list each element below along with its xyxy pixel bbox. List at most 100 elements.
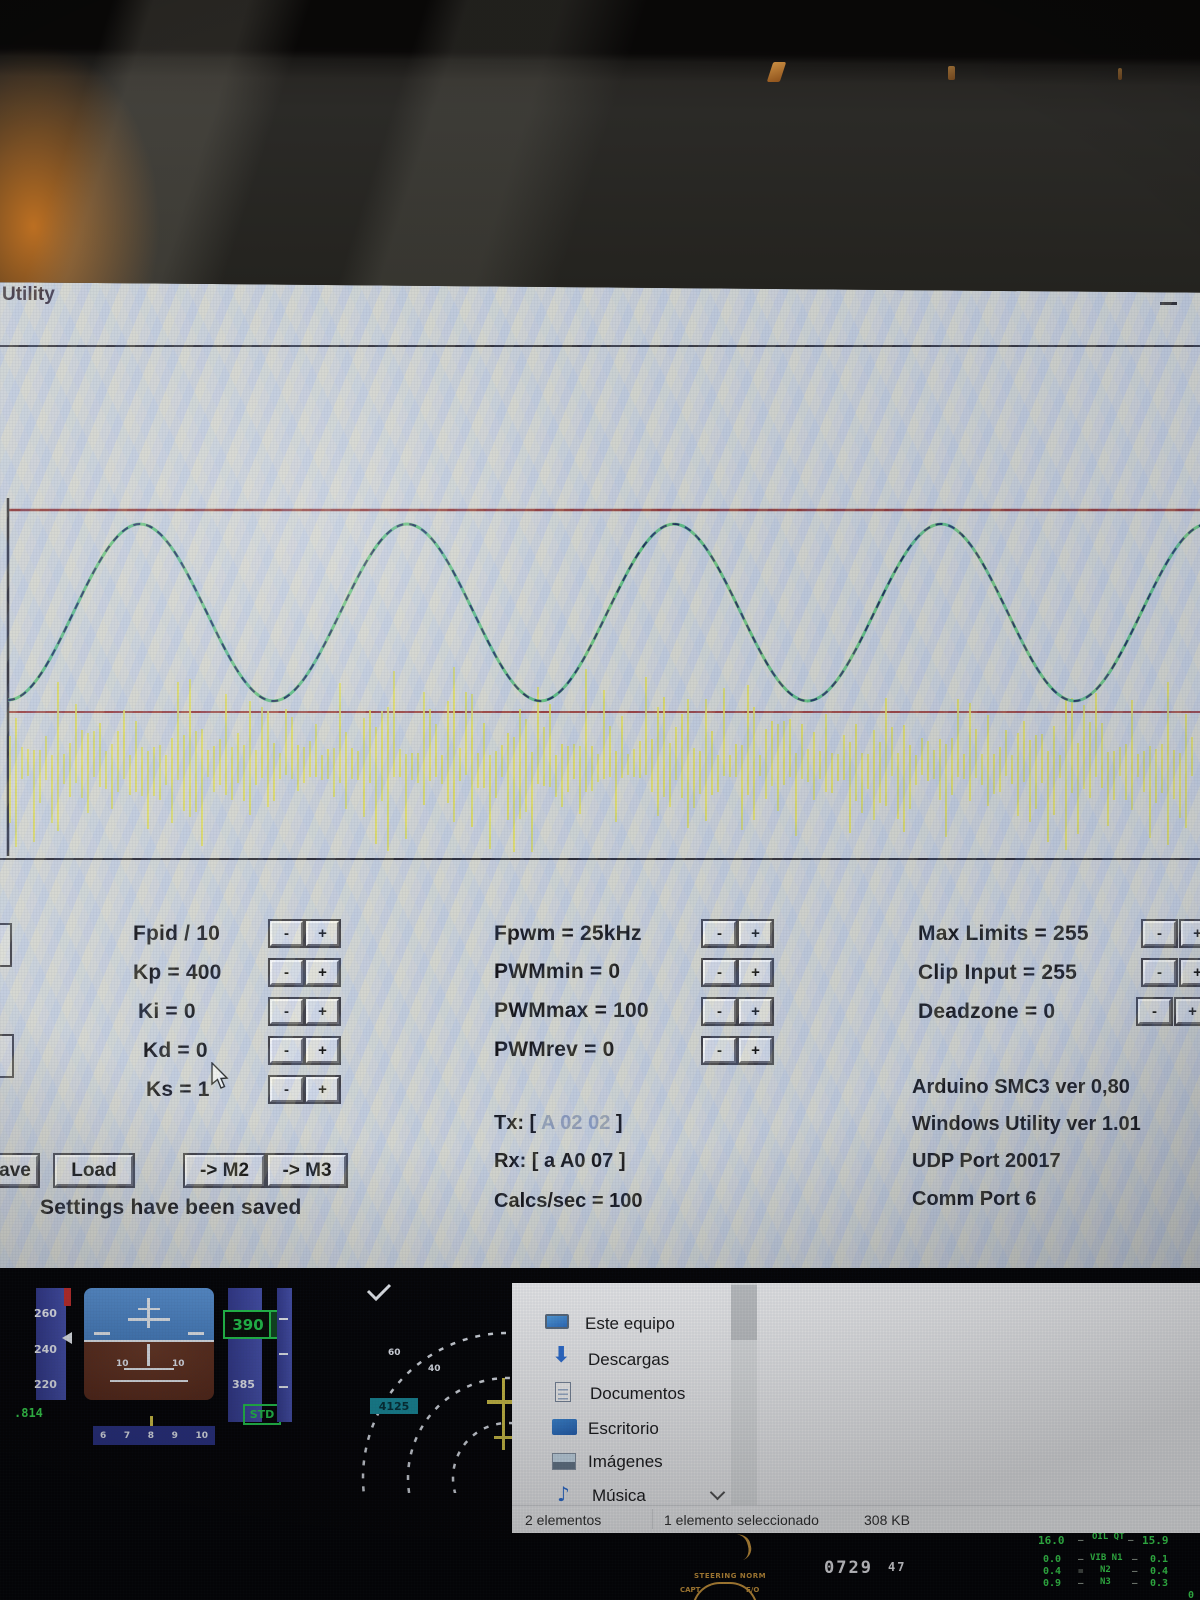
range-label-outer: 60 [388, 1348, 401, 1358]
ki-minus-button[interactable]: - [270, 999, 303, 1024]
nav-scrollbar-track[interactable] [731, 1283, 757, 1505]
clock-seconds: 47 [888, 1560, 907, 1574]
heading-tick: 8 [147, 1430, 154, 1441]
ks-minus-button[interactable]: - [270, 1077, 303, 1102]
fpwm-minus-button[interactable]: - [703, 921, 736, 946]
eicas-dash: – [1078, 1536, 1084, 1546]
eicas-label: OIL QT [1092, 1532, 1125, 1542]
deadzone-label: Deadzone = 0 [918, 1000, 1056, 1023]
vsi-mark [279, 1318, 288, 1320]
heading-tick: 10 [195, 1430, 208, 1441]
pwmmax-minus-button[interactable]: - [703, 999, 736, 1024]
left-edge-partial-box [0, 1034, 14, 1078]
monitor-photo: Utility Fpid / 10 Kp = 400 Ki = 0 Kd = 0… [0, 0, 1200, 1600]
heading-tick: 7 [123, 1430, 131, 1441]
clock-time: 0729 [824, 1558, 873, 1578]
nav-scrollbar-thumb[interactable] [731, 1285, 757, 1340]
glideslope-line [124, 1368, 174, 1370]
ks-plus-button[interactable]: + [306, 1077, 339, 1102]
feedback-wave-trace [7, 522, 1200, 703]
pfd-heading-tape: 6 7 8 9 10 [93, 1426, 215, 1445]
explorer-status-bar: 2 elementos 1 elemento seleccionado 308 … [512, 1505, 1200, 1533]
file-explorer-window: Este equipo ⬇ Descargas Documentos Escri… [512, 1283, 1200, 1533]
sidebar-item-imagenes[interactable]: Imágenes [588, 1452, 663, 1472]
eicas-value: 0.0 [1043, 1554, 1062, 1565]
target-wave-trace [7, 522, 1200, 703]
left-edge-partial-box [0, 923, 12, 967]
chevron-down-icon[interactable] [709, 1484, 726, 1501]
save-button[interactable]: ave [0, 1155, 38, 1186]
sidebar-item-descargas[interactable]: Descargas [588, 1350, 669, 1370]
status-selection: 1 elemento seleccionado [664, 1512, 819, 1528]
fd-vertical [147, 1298, 150, 1328]
pwm-noise-trace [9, 667, 1193, 852]
mach-readout: .814 [14, 1406, 43, 1420]
fpid-minus-button[interactable]: - [270, 921, 303, 946]
clipinput-label: Clip Input = 255 [918, 961, 1077, 984]
udp-port: UDP Port 20017 [912, 1150, 1061, 1172]
minimize-icon[interactable] [1160, 302, 1177, 305]
kd-plus-button[interactable]: + [306, 1038, 339, 1063]
pwmmin-plus-button[interactable]: + [739, 960, 772, 985]
maxlimits-minus-button[interactable]: - [1143, 921, 1176, 946]
ks-label: Ks = 1 [146, 1078, 210, 1101]
fpwm-plus-button[interactable]: + [739, 921, 772, 946]
ki-plus-button[interactable]: + [306, 999, 339, 1024]
status-size: 308 KB [864, 1512, 910, 1528]
kd-minus-button[interactable]: - [270, 1038, 303, 1063]
fpid-plus-button[interactable]: + [306, 921, 339, 946]
sidebar-item-este-equipo[interactable]: Este equipo [585, 1314, 675, 1334]
desktop-icon [552, 1419, 577, 1435]
roll-bracket-right [188, 1332, 204, 1335]
smc3-utility-window: Utility Fpid / 10 Kp = 400 Ki = 0 Kd = 0… [0, 272, 1200, 1268]
reflection-glint [1118, 68, 1122, 80]
sidebar-item-musica[interactable]: Música [592, 1486, 646, 1506]
pwmrev-minus-button[interactable]: - [703, 1038, 736, 1063]
steering-fo-label: F/O [746, 1586, 760, 1594]
maxlimits-plus-button[interactable]: + [1181, 921, 1200, 946]
baro-mode-box: STD [243, 1404, 281, 1425]
pwmmax-label: PWMmax = 100 [494, 999, 649, 1022]
clipinput-plus-button[interactable]: + [1181, 960, 1200, 985]
eicas-label: N2 [1100, 1565, 1111, 1575]
sidebar-item-escritorio[interactable]: Escritorio [588, 1419, 659, 1439]
eicas-value: 15.9 [1142, 1534, 1169, 1547]
eicas-dash: – [1078, 1579, 1084, 1589]
deadzone-minus-button[interactable]: - [1138, 999, 1171, 1024]
room-reflection-area [0, 0, 1200, 293]
waveform-plot [6, 498, 1200, 856]
kp-plus-button[interactable]: + [306, 960, 339, 985]
eicas-value: 0.1 [1150, 1554, 1169, 1565]
comm-port: Comm Port 6 [912, 1188, 1037, 1210]
nav-display-arcs [361, 1283, 512, 1493]
aircraft-symbol-body [502, 1378, 505, 1450]
eicas-label: VIB N1 [1090, 1553, 1123, 1563]
to-m3-button[interactable]: -> M3 [268, 1155, 346, 1186]
ki-label: Ki = 0 [138, 1000, 196, 1023]
fpid-label: Fpid / 10 [133, 922, 220, 945]
eicas-value: 0.4 [1150, 1566, 1169, 1577]
fd-horizontal [128, 1318, 170, 1321]
pwmrev-plus-button[interactable]: + [739, 1038, 772, 1063]
pwmmax-plus-button[interactable]: + [739, 999, 772, 1024]
load-button[interactable]: Load [55, 1155, 133, 1186]
fpwm-label: Fpwm = 25kHz [494, 922, 642, 945]
rx-readout: Rx: [ a A0 07 ] [494, 1150, 626, 1172]
to-m2-button[interactable]: -> M2 [185, 1155, 264, 1186]
eicas-dash: – [1128, 1536, 1134, 1546]
calcs-readout: Calcs/sec = 100 [494, 1190, 643, 1212]
status-divider [652, 1509, 653, 1529]
tx-prefix: Tx: [ [494, 1112, 537, 1134]
deadzone-plus-button[interactable]: + [1176, 999, 1200, 1024]
speed-pointer [62, 1332, 72, 1344]
pwmmin-minus-button[interactable]: - [703, 960, 736, 985]
this-pc-icon [545, 1314, 569, 1329]
clipinput-minus-button[interactable]: - [1143, 960, 1176, 985]
kp-label: Kp = 400 [133, 961, 222, 984]
kp-minus-button[interactable]: - [270, 960, 303, 985]
eicas-dash: = [1078, 1567, 1084, 1577]
sidebar-item-documentos[interactable]: Documentos [590, 1384, 685, 1404]
speed-red-bar [64, 1288, 71, 1306]
heading-tick: 9 [171, 1430, 178, 1441]
altitude-value: 385 [232, 1378, 255, 1391]
